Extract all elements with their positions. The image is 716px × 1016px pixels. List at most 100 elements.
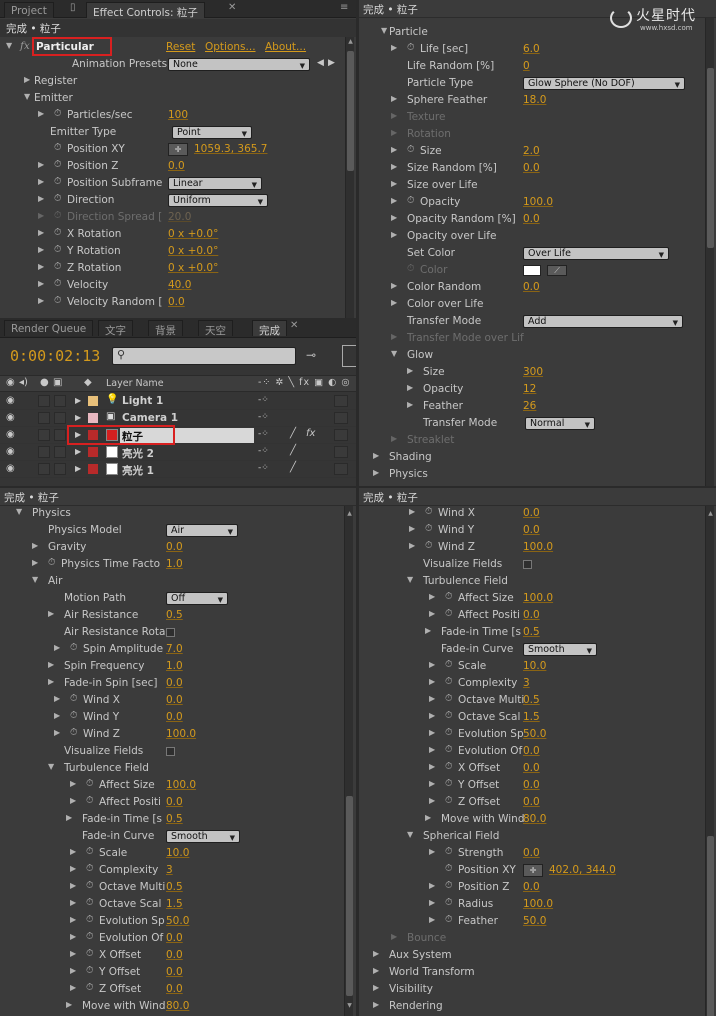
solo-toggle[interactable] <box>38 395 50 407</box>
property-value[interactable]: 0.0 <box>168 296 185 308</box>
collapse-arrow-icon[interactable]: ▼ <box>32 575 38 584</box>
property-row-glow[interactable]: ▼ Glow <box>359 347 703 364</box>
property-row-physics-time-facto[interactable]: ▶ ⏱ Physics Time Facto 1.0 <box>0 556 344 573</box>
parent-cell[interactable] <box>334 412 348 424</box>
property-row-opacity[interactable]: ▶ ⏱ Opacity 100.0 <box>359 194 703 211</box>
property-value[interactable]: 50.0 <box>523 915 546 927</box>
eye-icon[interactable]: ◉ <box>6 395 15 406</box>
property-row-physics[interactable]: ▼ Physics <box>0 505 344 522</box>
dropdown[interactable]: Smooth ▼ <box>166 830 240 843</box>
stopwatch-icon[interactable]: ⏱ <box>425 523 432 534</box>
expand-arrow-icon[interactable]: ▶ <box>407 400 413 409</box>
expand-arrow-icon[interactable]: ▶ <box>391 196 397 205</box>
property-value[interactable]: 100.0 <box>523 592 553 604</box>
scroll-thumb[interactable] <box>707 68 714 248</box>
property-value[interactable]: 0.0 <box>523 609 540 621</box>
expand-arrow-icon[interactable]: ▶ <box>48 660 54 669</box>
property-value[interactable]: 0.0 <box>166 796 183 808</box>
shy-switch-icon[interactable]: -⁘ <box>258 395 269 405</box>
property-value[interactable]: 300 <box>523 366 543 378</box>
lock-toggle[interactable] <box>54 463 66 475</box>
property-row-spin-frequency[interactable]: ▶ Spin Frequency 1.0 <box>0 658 344 675</box>
property-value[interactable]: 0.0 <box>523 881 540 893</box>
expand-arrow-icon[interactable]: ▶ <box>429 694 435 703</box>
property-row-strength[interactable]: ▶ ⏱ Strength 0.0 <box>359 845 703 862</box>
stopwatch-icon[interactable]: ⏱ <box>86 778 93 789</box>
stopwatch-icon[interactable]: ⏱ <box>445 863 452 874</box>
stopwatch-icon[interactable]: ⏱ <box>54 261 61 272</box>
lock-toggle[interactable] <box>54 429 66 441</box>
expand-arrow-icon[interactable]: ▶ <box>429 592 435 601</box>
expand-arrow-icon[interactable]: ▼ <box>6 41 12 50</box>
property-value[interactable]: 50.0 <box>523 728 546 740</box>
scrollbar[interactable]: ▲ ▼ <box>344 506 353 1016</box>
stopwatch-icon[interactable]: ⏱ <box>86 965 93 976</box>
stopwatch-icon[interactable]: ⏱ <box>445 914 452 925</box>
expand-arrow-icon[interactable]: ▶ <box>54 643 60 652</box>
property-value[interactable]: 0.0 <box>166 677 183 689</box>
property-row-velocity-random[interactable]: ▶ ⏱ Velocity Random [0.0 <box>0 294 344 311</box>
property-row-direction[interactable]: ▶ ⏱ Direction Uniform ▼ <box>0 192 344 209</box>
property-row-wind-z[interactable]: ▶ ⏱ Wind Z 100.0 <box>359 539 703 556</box>
stopwatch-icon[interactable]: ⏱ <box>54 176 61 187</box>
layer-label-color[interactable] <box>88 413 98 423</box>
property-value[interactable]: 80.0 <box>523 813 546 825</box>
shy-switch-icon[interactable]: -⁘ <box>258 463 269 473</box>
stopwatch-icon[interactable]: ⏱ <box>86 931 93 942</box>
property-row-move-with-wind[interactable]: ▶ Move with Wind 80.0 <box>0 998 344 1015</box>
stopwatch-icon[interactable]: ⏱ <box>54 210 61 221</box>
property-value[interactable]: 10.0 <box>523 660 546 672</box>
property-row-size-random[interactable]: ▶ Size Random [%] 0.0 <box>359 160 703 177</box>
expand-arrow-icon[interactable]: ▶ <box>391 932 397 941</box>
property-value[interactable]: 0 x +0.0° <box>168 228 218 240</box>
stopwatch-icon[interactable]: ⏱ <box>70 710 77 721</box>
stopwatch-icon[interactable]: ⏱ <box>407 195 414 206</box>
expand-arrow-icon[interactable]: ▶ <box>38 296 44 305</box>
solo-toggle[interactable] <box>38 429 50 441</box>
tab-final[interactable]: 完成 <box>252 320 287 337</box>
property-row-size-over-life[interactable]: ▶ Size over Life <box>359 177 703 194</box>
tab-sky[interactable]: 天空 <box>198 320 233 337</box>
stopwatch-icon[interactable]: ⏱ <box>86 982 93 993</box>
property-row-streaklet[interactable]: ▶ Streaklet <box>359 432 703 449</box>
property-row-spin-amplitude[interactable]: ▶ ⏱ Spin Amplitude 7.0 <box>0 641 344 658</box>
stopwatch-icon[interactable]: ⏱ <box>407 42 414 53</box>
expand-arrow-icon[interactable]: ▶ <box>70 949 76 958</box>
stopwatch-icon[interactable]: ⏱ <box>70 693 77 704</box>
property-value[interactable]: 80.0 <box>166 1000 189 1012</box>
reset-link[interactable]: Reset <box>166 41 195 53</box>
property-value[interactable]: 18.0 <box>523 94 546 106</box>
property-value[interactable]: 100.0 <box>523 196 553 208</box>
property-row-z-offset[interactable]: ▶ ⏱ Z Offset 0.0 <box>359 794 703 811</box>
dropdown[interactable]: Point ▼ <box>172 126 252 139</box>
property-value[interactable]: 0 x +0.0° <box>168 262 218 274</box>
property-value[interactable]: 0.0 <box>523 796 540 808</box>
expand-arrow-icon[interactable]: ▶ <box>48 609 54 618</box>
comp-mini-icon[interactable] <box>342 345 356 367</box>
property-value[interactable]: 0 <box>523 60 530 72</box>
expand-arrow-icon[interactable]: ▶ <box>391 213 397 222</box>
stopwatch-icon[interactable]: ⏱ <box>445 897 452 908</box>
expand-arrow-icon[interactable]: ▶ <box>391 179 397 188</box>
layer-row[interactable]: ◉ ▶ 粒子 -⁘ ╱ fx <box>0 427 356 444</box>
property-value[interactable]: 1.0 <box>166 558 183 570</box>
fx-switch-icon[interactable]: fx <box>306 428 315 439</box>
expand-arrow-icon[interactable]: ▶ <box>75 447 81 456</box>
expand-arrow-icon[interactable]: ▶ <box>429 677 435 686</box>
stopwatch-icon[interactable]: ⏱ <box>445 608 452 619</box>
property-row-color-random[interactable]: ▶ Color Random 0.0 <box>359 279 703 296</box>
property-row-y-rotation[interactable]: ▶ ⏱ Y Rotation 0 x +0.0° <box>0 243 344 260</box>
expand-arrow-icon[interactable]: ▶ <box>429 711 435 720</box>
stopwatch-icon[interactable]: ⏱ <box>445 659 452 670</box>
expand-arrow-icon[interactable]: ▶ <box>429 881 435 890</box>
property-value[interactable]: 40.0 <box>168 279 191 291</box>
expand-arrow-icon[interactable]: ▶ <box>38 160 44 169</box>
layer-row[interactable]: ◉ ▶ 亮光 1 -⁘ ╱ <box>0 461 356 478</box>
color-swatch[interactable] <box>523 265 541 276</box>
stopwatch-icon[interactable]: ⏱ <box>445 710 452 721</box>
layer-row[interactable]: ◉ ▶ ▣ Camera 1 -⁘ <box>0 410 356 427</box>
expand-arrow-icon[interactable]: ▶ <box>38 109 44 118</box>
property-row-y-offset[interactable]: ▶ ⏱ Y Offset 0.0 <box>359 777 703 794</box>
stopwatch-icon[interactable]: ⏱ <box>70 727 77 738</box>
property-row-evolution-of[interactable]: ▶ ⏱ Evolution Of 0.0 <box>0 930 344 947</box>
